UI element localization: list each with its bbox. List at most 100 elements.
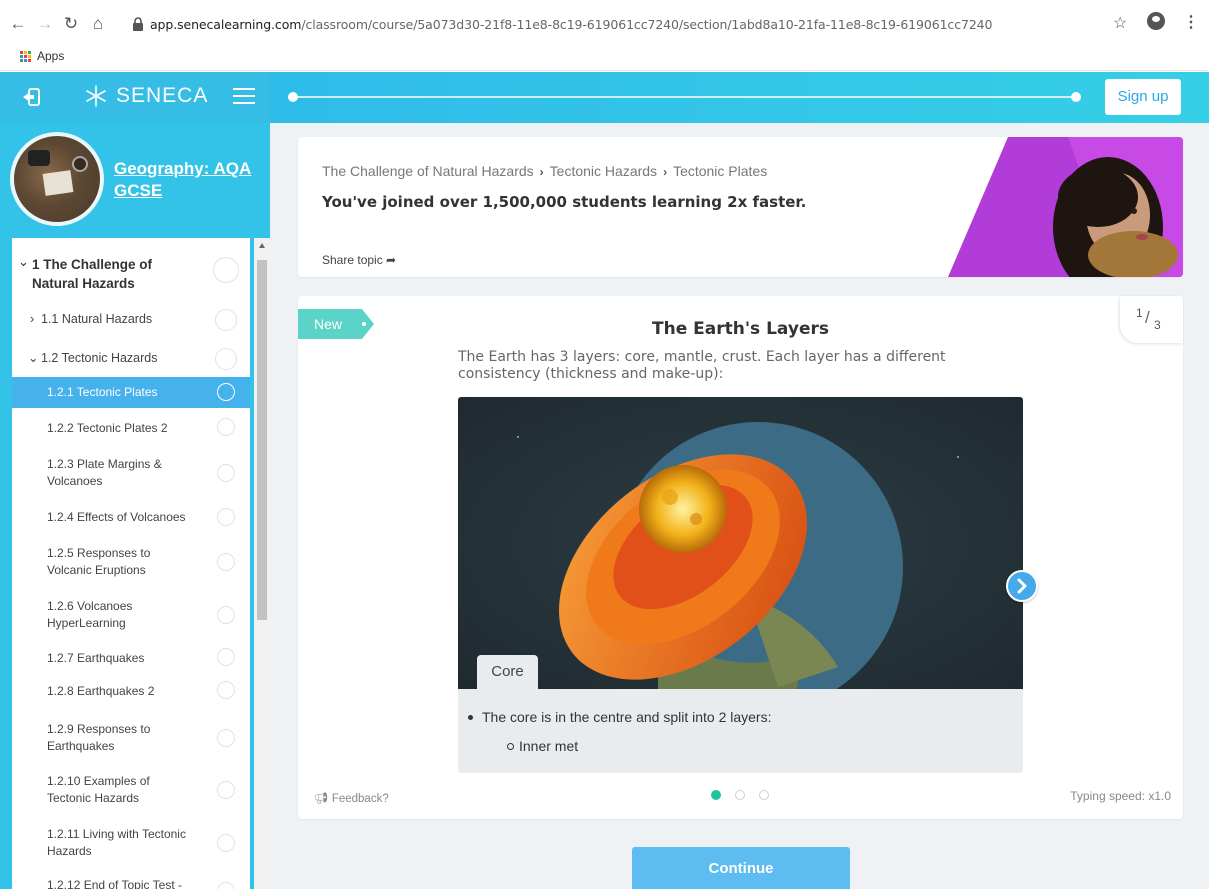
lesson-progress-track xyxy=(292,96,1075,98)
toc-item-label: 1.2.2 Tectonic Plates 2 xyxy=(47,421,168,435)
toc-item-label: 1 The Challenge of Natural Hazards xyxy=(32,257,153,291)
sign-up-button[interactable]: Sign up xyxy=(1105,79,1181,115)
toc-item-label: 1.2.7 Earthquakes xyxy=(47,651,145,665)
chevron-down-icon: ⌄ xyxy=(18,254,29,269)
toc-item-label: 1.2.9 Responses to Earthquakes xyxy=(47,722,151,753)
progress-ring-icon xyxy=(215,348,237,370)
seneca-logo[interactable]: SENECA xyxy=(84,84,208,108)
progress-ring-icon xyxy=(217,834,235,852)
toc-item-1-2-9[interactable]: 1.2.9 Responses to Earthquakes xyxy=(12,719,250,759)
share-topic-link[interactable]: Share topic ➦ xyxy=(322,253,396,267)
toc-item-1-2-8[interactable]: 1.2.8 Earthquakes 2 xyxy=(12,679,250,703)
breadcrumb-item[interactable]: The Challenge of Natural Hazards xyxy=(322,163,534,179)
slide-dots xyxy=(711,790,769,800)
progress-ring-icon xyxy=(217,681,235,699)
back-arrow-icon[interactable]: ← xyxy=(8,14,28,34)
address-bar[interactable]: app.senecalearning.com/classroom/course/… xyxy=(150,17,992,32)
chevron-right-icon xyxy=(1017,578,1027,594)
toc-item-label: 1.2 Tectonic Hazards xyxy=(41,351,158,365)
reload-icon[interactable]: ↻ xyxy=(61,14,81,34)
joined-message: You've joined over 1,500,000 students le… xyxy=(322,193,807,211)
chevron-down-icon: ⌄ xyxy=(28,351,39,365)
toc-scrollbar[interactable] xyxy=(254,238,270,889)
progress-end-dot xyxy=(1071,92,1081,102)
table-of-contents: ⌄ 1 The Challenge of Natural Hazards › 1… xyxy=(12,238,250,889)
breadcrumb-separator-icon: › xyxy=(663,165,668,179)
bookmarks-apps[interactable]: Apps xyxy=(20,49,64,63)
toc-item-1-2-2[interactable]: 1.2.2 Tectonic Plates 2 xyxy=(12,414,250,442)
toc-item-label: 1.1 Natural Hazards xyxy=(41,312,153,326)
toc-item-label: 1.2.4 Effects of Volcanoes xyxy=(47,510,186,524)
toc-item-label: 1.2.5 Responses to Volcanic Eruptions xyxy=(47,546,151,577)
image-tab-core[interactable]: Core xyxy=(477,655,538,689)
hamburger-icon[interactable] xyxy=(233,87,255,105)
progress-ring-icon xyxy=(217,606,235,624)
toc-item-label: 1.2.12 End of Topic Test - xyxy=(47,878,182,889)
continue-button[interactable]: Continue xyxy=(632,847,850,889)
share-topic-label: Share topic xyxy=(322,253,383,267)
toc-item-label: 1.2.1 Tectonic Plates xyxy=(47,385,158,399)
browser-chrome: ← → ↻ ⌂ app.senecalearning.com/classroom… xyxy=(0,0,1209,71)
slide-dot[interactable] xyxy=(759,790,769,800)
toc-item-1-2-1[interactable]: 1.2.1 Tectonic Plates xyxy=(12,377,250,408)
toc-item-1-2-12[interactable]: 1.2.12 End of Topic Test - xyxy=(12,876,250,889)
scroll-up-arrow-icon[interactable] xyxy=(259,243,265,248)
lesson-title: The Earth's Layers xyxy=(652,319,829,339)
course-title[interactable]: Geography: AQA GCSE xyxy=(114,158,269,202)
toc-item-label: 1.2.11 Living with Tectonic Hazards xyxy=(47,827,186,858)
typing-speed[interactable]: Typing speed: x1.0 xyxy=(1070,789,1171,803)
toc-item-section-1[interactable]: ⌄ 1 The Challenge of Natural Hazards xyxy=(12,246,250,296)
account-icon[interactable] xyxy=(1147,12,1165,30)
scrollbar-thumb[interactable] xyxy=(257,260,267,620)
slide-dot[interactable] xyxy=(735,790,745,800)
toc-item-label: 1.2.8 Earthquakes 2 xyxy=(47,684,155,698)
feedback-label: Feedback? xyxy=(331,793,389,805)
apps-label: Apps xyxy=(37,49,65,63)
forward-arrow-icon[interactable]: → xyxy=(35,14,55,34)
breadcrumb: The Challenge of Natural Hazards › Tectoni… xyxy=(322,163,767,179)
next-slide-button[interactable] xyxy=(1006,570,1038,602)
toc-item-1-2-7[interactable]: 1.2.7 Earthquakes xyxy=(12,646,250,670)
chevron-right-icon: › xyxy=(30,312,35,326)
toc-item-1-2[interactable]: ⌄ 1.2 Tectonic Hazards xyxy=(12,345,250,373)
lock-icon xyxy=(133,17,143,31)
toc-item-1-1[interactable]: › 1.1 Natural Hazards xyxy=(12,306,250,334)
url-host: app.senecalearning.com xyxy=(150,17,302,32)
breadcrumb-item[interactable]: Tectonic Hazards xyxy=(550,163,657,179)
slide-dot[interactable] xyxy=(711,790,721,800)
progress-ring-icon xyxy=(217,383,235,401)
feedback-link[interactable]: 📢︎ Feedback? xyxy=(314,791,389,805)
lesson-notes: The core is in the centre and split into… xyxy=(458,689,1023,773)
toc-item-1-2-5[interactable]: 1.2.5 Responses to Volcanic Eruptions xyxy=(12,543,250,583)
toc-item-1-2-6[interactable]: 1.2.6 Volcanoes HyperLearning xyxy=(12,596,250,636)
exit-icon[interactable] xyxy=(22,88,40,106)
brand-name: SENECA xyxy=(116,84,209,107)
progress-ring-icon xyxy=(217,729,235,747)
home-icon[interactable]: ⌂ xyxy=(88,14,108,34)
toc-item-1-2-3[interactable]: 1.2.3 Plate Margins & Volcanoes xyxy=(12,454,250,494)
lesson-card: New 1 / 3 The Earth's Layers The Earth h… xyxy=(298,296,1183,819)
toc-item-label: 1.2.6 Volcanoes HyperLearning xyxy=(47,599,133,630)
progress-ring-icon xyxy=(217,781,235,799)
progress-ring-icon xyxy=(215,309,237,331)
megaphone-icon: 📢︎ xyxy=(314,793,329,805)
toc-item-label: 1.2.3 Plate Margins & Volcanoes xyxy=(47,457,162,488)
share-arrow-icon: ➦ xyxy=(386,253,397,267)
breadcrumb-item[interactable]: Tectonic Plates xyxy=(673,163,767,179)
progress-start-dot xyxy=(288,92,298,102)
toc-item-1-2-4[interactable]: 1.2.4 Effects of Volcanoes xyxy=(12,506,250,530)
course-avatar xyxy=(10,132,104,226)
earth-layers-image xyxy=(458,397,1023,689)
toc-item-1-2-10[interactable]: 1.2.10 Examples of Tectonic Hazards xyxy=(12,771,250,811)
counter-current: 1 xyxy=(1136,306,1143,320)
toc-item-1-2-11[interactable]: 1.2.11 Living with Tectonic Hazards xyxy=(12,824,250,864)
url-path: /classroom/course/5a073d30-21f8-11e8-8c1… xyxy=(301,17,993,32)
menu-kebab-icon[interactable]: ⋮ xyxy=(1183,12,1199,32)
progress-ring-icon xyxy=(217,508,235,526)
snowflake-icon xyxy=(86,85,106,107)
progress-ring-icon xyxy=(217,553,235,571)
hero-image xyxy=(948,137,1183,277)
bookmark-star-icon[interactable]: ☆ xyxy=(1113,13,1127,33)
lesson-description: The Earth has 3 layers: core, mantle, cr… xyxy=(458,349,946,382)
progress-ring-icon xyxy=(217,648,235,666)
